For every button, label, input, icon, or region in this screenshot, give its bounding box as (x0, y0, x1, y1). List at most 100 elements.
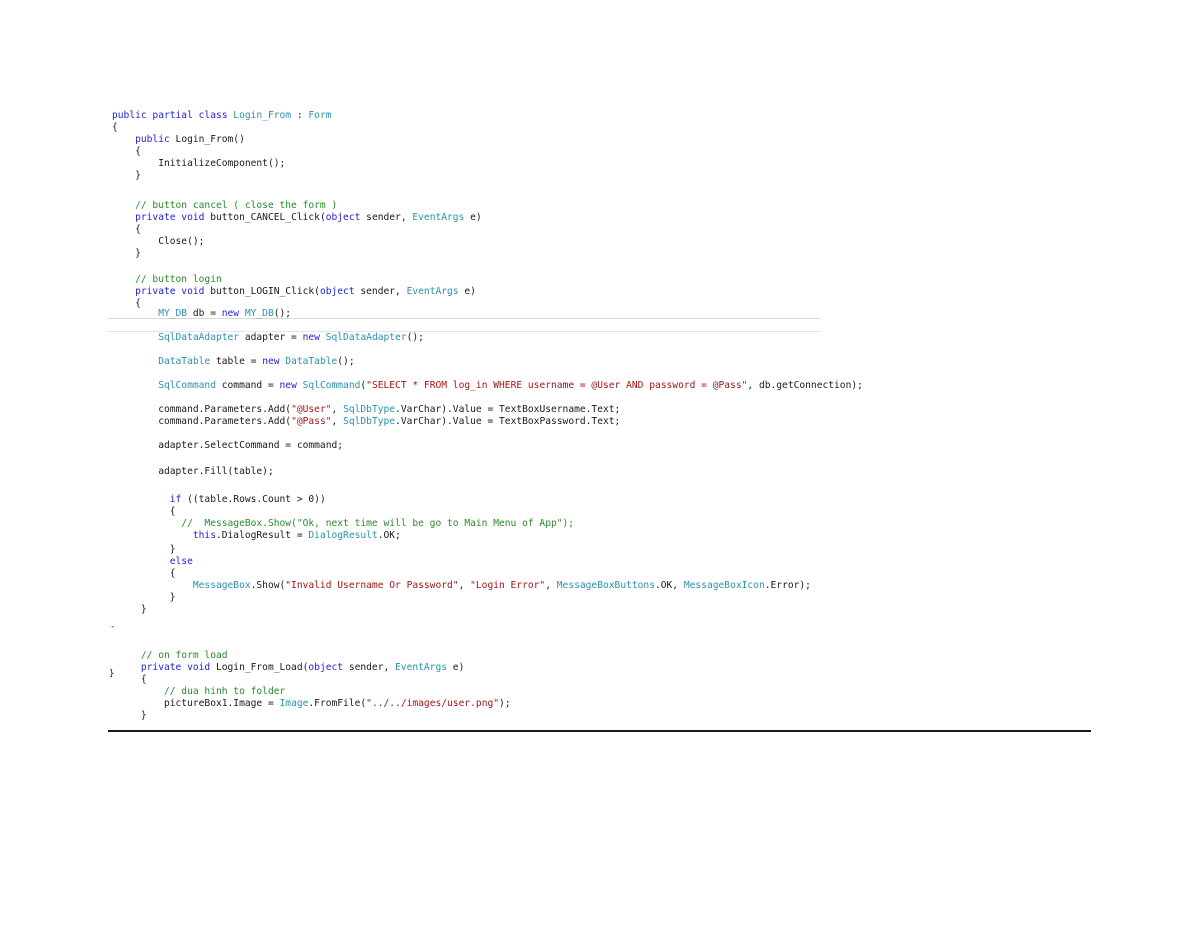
code-token: Login_From() (175, 134, 245, 145)
code-token: private void (112, 662, 216, 673)
code-token: adapter = (239, 332, 303, 343)
code-token: sender, (360, 212, 413, 223)
code-token: , (458, 580, 471, 591)
code-line: { (112, 506, 176, 518)
code-token: } (112, 248, 141, 259)
code-token: command.Parameters.Add( (112, 404, 292, 415)
code-token: { (112, 506, 176, 517)
code-token: new (279, 380, 303, 391)
code-token: public (112, 134, 176, 145)
code-line: if ((table.Rows.Count > 0)) (112, 494, 326, 506)
code-token: Close(); (112, 236, 205, 247)
code-token: EventArgs (395, 662, 448, 673)
code-token: DataTable (285, 356, 338, 367)
code-line: // MessageBox.Show("Ok, next time will b… (112, 518, 574, 530)
code-line: else (112, 556, 193, 568)
code-token: button_LOGIN_Click( (210, 286, 320, 297)
code-token: EventArgs (406, 286, 459, 297)
code-token: Login_From_Load( (215, 662, 309, 673)
code-line: // dua hinh to folder (112, 686, 285, 698)
code-line: this.DialogResult = DialogResult.OK; (112, 530, 401, 542)
stray-brace: } (109, 669, 115, 679)
code-token: // MessageBox.Show("Ok, next time will b… (112, 518, 575, 529)
code-token: } (112, 170, 141, 181)
code-token: { (112, 146, 141, 157)
code-token: Login_From (233, 110, 292, 121)
code-line: { (112, 122, 118, 134)
code-token: e) (458, 286, 476, 297)
code-token: , (331, 404, 344, 415)
code-token: db = (187, 308, 222, 319)
code-token: , (545, 580, 557, 591)
code-token: { (112, 674, 147, 685)
code-token: new (302, 332, 326, 343)
code-token: "../../images/user.png" (366, 698, 500, 709)
code-token: .VarChar).Value = TextBoxPassword.Text; (395, 416, 621, 427)
code-token: , db.getConnection); (747, 380, 863, 391)
code-token: "Login Error" (470, 580, 546, 591)
code-line: DataTable table = new DataTable(); (112, 356, 355, 368)
code-line: SqlCommand command = new SqlCommand("SEL… (112, 380, 863, 392)
code-line: // on form load (112, 650, 228, 662)
code-line: { (112, 568, 176, 580)
code-token: pictureBox1.Image = (112, 698, 280, 709)
code-token: MessageBoxIcon (683, 580, 765, 591)
code-line: } (112, 170, 141, 182)
code-token: .Error); (764, 580, 811, 591)
code-token: sender, (354, 286, 407, 297)
code-token: // button cancel ( close the form ) (112, 200, 338, 211)
code-token: .OK; (377, 530, 401, 541)
code-token: { (112, 224, 141, 235)
code-token: DataTable (112, 356, 211, 367)
code-line: } (112, 248, 141, 260)
code-line: { (112, 146, 141, 158)
code-line: pictureBox1.Image = Image.FromFile("../.… (112, 698, 511, 710)
code-token: { (112, 122, 118, 133)
code-token: object (319, 286, 355, 297)
code-token: command = (215, 380, 280, 391)
code-token: object (308, 662, 344, 673)
code-token: SqlCommand (112, 380, 216, 391)
code-token: MessageBoxButtons (556, 580, 655, 591)
code-token: new (262, 356, 286, 367)
code-token: MessageBox (112, 580, 251, 591)
code-token: public partial class (112, 110, 234, 121)
code-line: MY_DB db = new MY_DB(); (112, 308, 291, 320)
code-token: SqlDbType (343, 416, 396, 427)
code-token: ); (499, 698, 511, 709)
code-token: e) (464, 212, 482, 223)
code-token: sender, (343, 662, 396, 673)
code-token: ((table.Rows.Count > 0)) (187, 494, 326, 505)
code-token: button_CANCEL_Click( (210, 212, 326, 223)
code-token: { (112, 568, 176, 579)
code-line: public Login_From() (112, 134, 245, 146)
code-token: } (112, 710, 147, 721)
code-line: adapter.SelectCommand = command; (112, 440, 343, 452)
code-line: public partial class Login_From : Form (112, 110, 332, 122)
code-token: Image (279, 698, 309, 709)
code-line: command.Parameters.Add("@Pass", SqlDbTyp… (112, 416, 620, 428)
code-token: else (112, 556, 193, 567)
line-separator-band (108, 318, 820, 332)
code-line: adapter.Fill(table); (112, 466, 274, 478)
code-token: adapter.Fill(table); (112, 466, 274, 477)
code-token: "@User" (291, 404, 332, 415)
code-token: SqlCommand (302, 380, 361, 391)
code-line: // button cancel ( close the form ) (112, 200, 337, 212)
code-token: (); (406, 332, 424, 343)
code-token: private void (112, 286, 211, 297)
code-token: "@Pass" (291, 416, 332, 427)
horizontal-rule (108, 730, 1091, 732)
code-token: .VarChar).Value = TextBoxUsername.Text; (395, 404, 621, 415)
code-line: } (112, 710, 147, 722)
code-token: if (112, 494, 188, 505)
code-token: (); (337, 356, 355, 367)
code-token: Form (308, 110, 332, 121)
code-token: "Invalid Username Or Password" (285, 580, 459, 591)
code-token: MY_DB (244, 308, 274, 319)
code-line: Close(); (112, 236, 204, 248)
code-token: : (291, 110, 309, 121)
code-token: "SELECT * FROM log_in WHERE username = @… (366, 380, 748, 391)
code-line: InitializeComponent(); (112, 158, 285, 170)
code-line: private void button_LOGIN_Click(object s… (112, 286, 476, 298)
